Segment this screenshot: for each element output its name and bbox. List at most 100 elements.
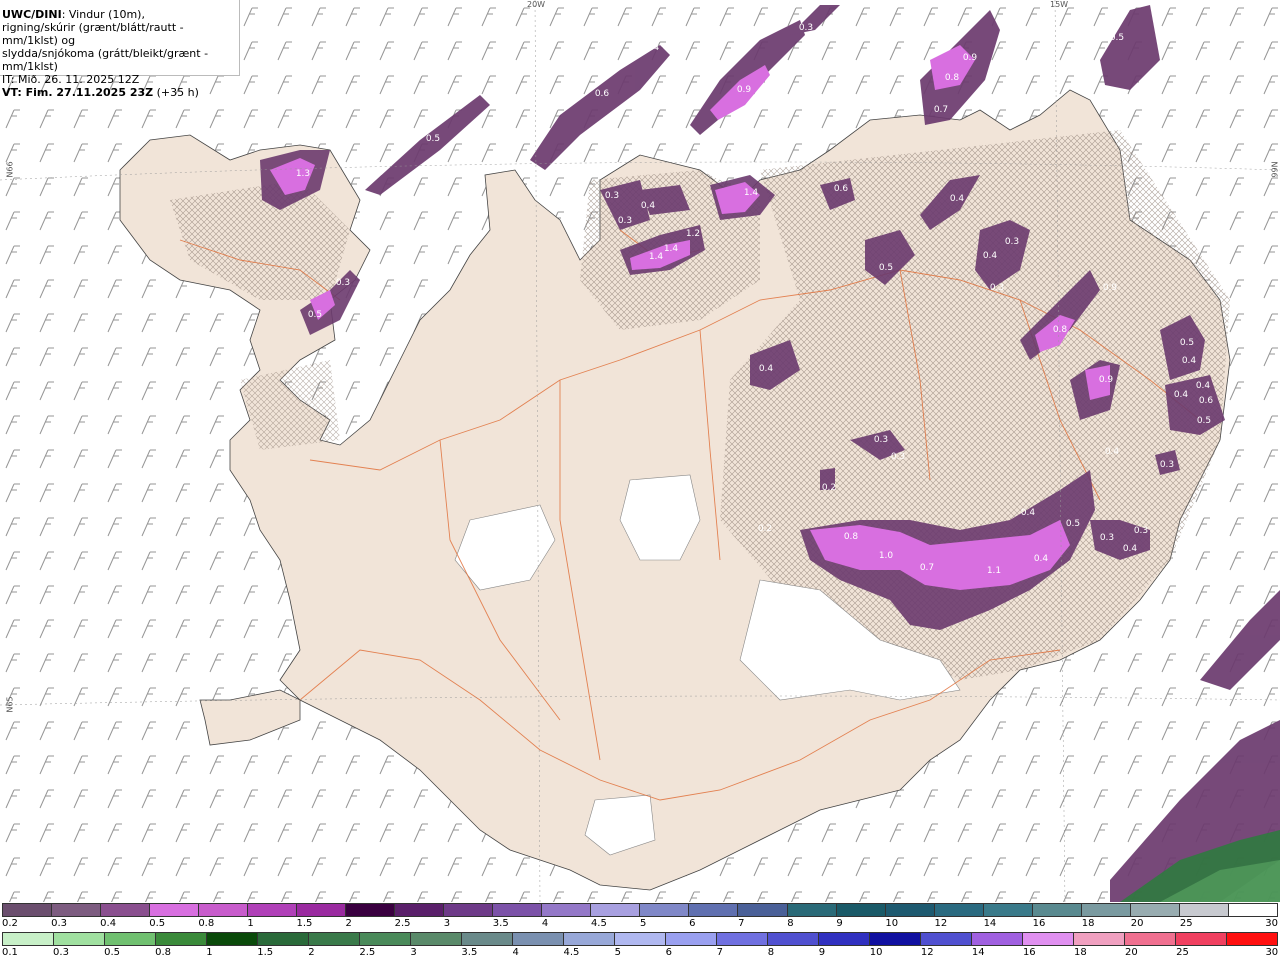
- legend-swatch: [768, 933, 819, 945]
- precip-label: 1.0: [879, 551, 894, 561]
- legend-value: 8: [767, 947, 775, 958]
- legend-swatch: [885, 904, 935, 916]
- legend-value: 12: [920, 947, 934, 958]
- precip-label: 0.4: [1196, 381, 1211, 391]
- legend-swatch: [564, 933, 615, 945]
- precip-label: 0.9: [1099, 375, 1114, 385]
- legend-value: 16: [1032, 918, 1046, 929]
- legend-value: 0.8: [198, 918, 215, 929]
- legend-swatch: [1125, 933, 1176, 945]
- legend-swatch: [972, 933, 1023, 945]
- legend-swatch: [934, 904, 984, 916]
- precip-label: 0.5: [879, 263, 893, 273]
- precip-label: 0.4: [1123, 544, 1138, 554]
- precip-label: 0.6: [1199, 396, 1214, 406]
- precip-label: 0.9: [737, 85, 752, 95]
- precip-label: 0.5: [1180, 338, 1194, 348]
- legend-swatch: [513, 933, 564, 945]
- legend-value: 10: [885, 918, 899, 929]
- legend-swatch: [542, 904, 592, 916]
- precip-label: 1.3: [296, 169, 310, 179]
- precip-label: 0.5: [308, 310, 322, 320]
- rain-legend-values: 0.1 0.3 0.5 0.8 1 1.5 2 2.5 3 3.5 4 4.5 5 6 7 8 9 10 12 14 1…: [2, 947, 1278, 958]
- legend-swatch: [1130, 904, 1180, 916]
- precip-label: 0.7: [934, 105, 948, 115]
- precip-label: 0.3: [874, 435, 888, 445]
- legend-swatch: [1081, 904, 1131, 916]
- legend-swatch: [615, 933, 666, 945]
- precip-label: 0.3: [1100, 533, 1114, 543]
- legend-value: 0.3: [53, 947, 69, 958]
- legend-swatch: [666, 933, 717, 945]
- precip-label: 0.5: [1110, 33, 1124, 43]
- legend-value: 0.8: [155, 947, 172, 958]
- legend-swatch: [3, 933, 54, 945]
- legend-value: 8: [787, 918, 794, 929]
- legend-swatch: [360, 933, 411, 945]
- precip-label: 0.8: [945, 73, 960, 83]
- precip-label: 1.2: [686, 229, 700, 239]
- legend-swatch: [640, 904, 690, 916]
- map-title-line2: rigning/skúrir (grænt/blátt/rautt - mm/1…: [2, 21, 184, 47]
- legend-value: 9: [836, 918, 843, 929]
- legend-swatch: [1179, 904, 1229, 916]
- weather-map[interactable]: 0.4 0.6 0.5 1.3 0.3 0.5 0.3 0.4 0.3 1.4 …: [0, 0, 1280, 903]
- legend-value: 4: [541, 918, 549, 929]
- legend-value: 0.1: [2, 947, 18, 958]
- legend-value: 18: [1073, 947, 1087, 958]
- legend-value: 5: [640, 918, 647, 929]
- latitude-label-65n: N65: [5, 696, 15, 713]
- legend-value: 1: [247, 918, 254, 929]
- legend-swatch: [836, 904, 886, 916]
- legend-value: 2: [345, 918, 352, 929]
- precip-label: 0.3: [618, 216, 632, 226]
- precip-label: 0.3: [1160, 460, 1174, 470]
- precip-label: 0.4: [1174, 390, 1189, 400]
- precip-label: 0.4: [1182, 356, 1197, 366]
- legend-value: 0.5: [104, 947, 120, 958]
- precip-label: 0.8: [1053, 325, 1068, 335]
- longitude-label-20w: 20W: [527, 0, 546, 9]
- precip-label: 0.8: [844, 532, 859, 542]
- legend-swatch: [462, 933, 513, 945]
- precip-label: 0.4: [1021, 508, 1036, 518]
- legend-value: 10: [869, 947, 883, 958]
- legend-swatch: [717, 933, 768, 945]
- legend-value: 1.5: [257, 947, 274, 958]
- legend-swatch: [199, 904, 249, 916]
- legend-swatch: [1176, 933, 1227, 945]
- legend-value: 25: [1179, 918, 1193, 929]
- map-title-line3: slydda/snjókoma (grátt/bleikt/grænt - mm…: [2, 47, 209, 73]
- precip-label: 0.5: [426, 134, 440, 144]
- precip-label: 1.4: [664, 244, 679, 254]
- legend-value: 2: [308, 947, 315, 958]
- precip-label: 0.3: [799, 23, 813, 33]
- precip-label: 1.1: [987, 566, 1001, 576]
- precip-label: 0.4: [1034, 554, 1049, 564]
- forecast-hour: (+35 h): [153, 86, 199, 99]
- legend-value: 20: [1125, 947, 1138, 958]
- latitude-label-66n-left: N66: [5, 161, 15, 178]
- legend-swatch: [1032, 904, 1082, 916]
- precip-label: 0.3: [336, 278, 350, 288]
- precip-label: 0.6: [595, 89, 610, 99]
- snow-color-bar: [2, 903, 1278, 917]
- legend-value: 4: [512, 947, 519, 958]
- legend-swatch: [309, 933, 360, 945]
- legend-value: 0.4: [100, 918, 117, 929]
- legend-value: 14: [983, 918, 997, 929]
- precip-label: 0.4: [983, 251, 998, 261]
- legend-swatch: [297, 904, 347, 916]
- precip-label: 0.4: [950, 194, 965, 204]
- precip-label: 0.5: [1066, 519, 1080, 529]
- legend-value: 2.5: [359, 947, 376, 958]
- precip-label: 0.2: [983, 882, 997, 892]
- legend-value: 0.2: [2, 918, 18, 929]
- legend-swatch: [819, 933, 870, 945]
- legend-value: 3: [410, 947, 417, 958]
- precip-label: 0.4: [645, 43, 660, 53]
- legend-value: 20: [1130, 918, 1144, 929]
- precip-label: 0.3: [1005, 237, 1019, 247]
- rain-color-bar: [2, 932, 1278, 946]
- precip-label: 0.2: [758, 524, 772, 534]
